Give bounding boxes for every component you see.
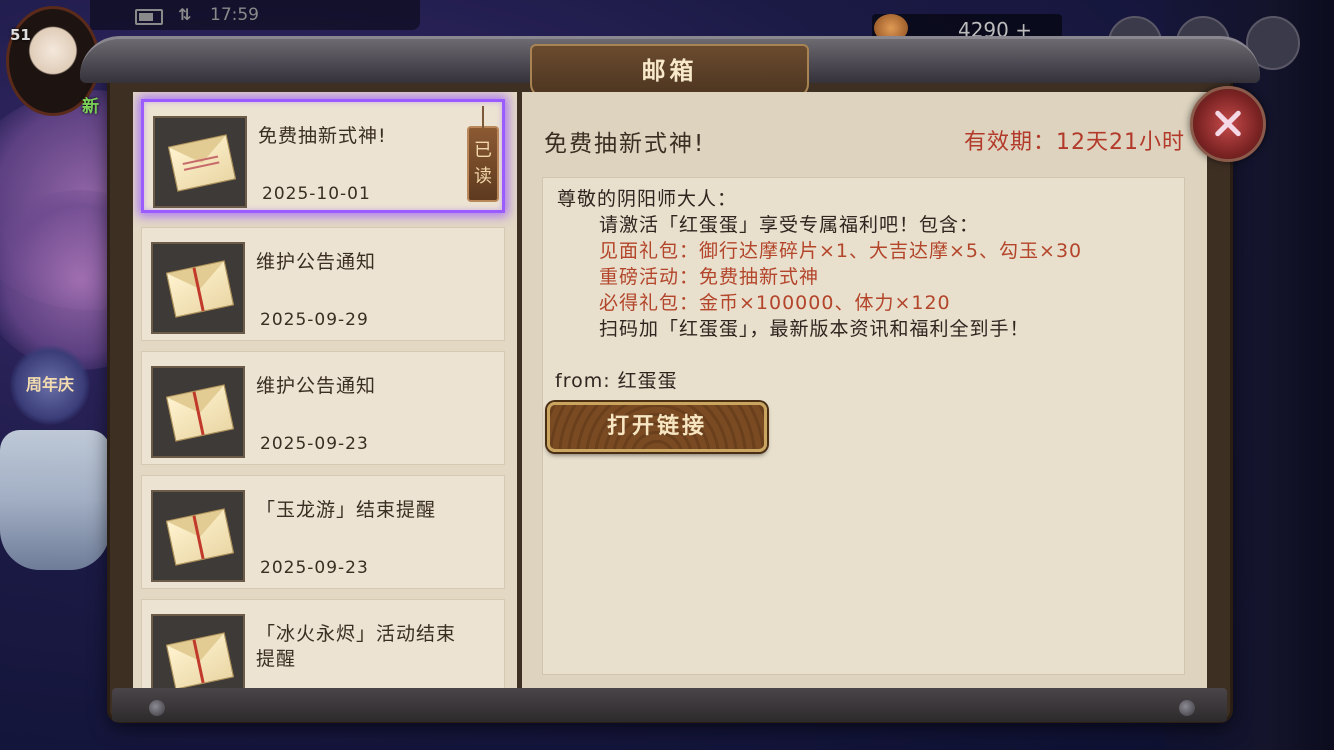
mail-date: 2025-09-23 <box>260 558 369 578</box>
window-footer-bar <box>112 688 1227 722</box>
mail-date: 2025-09-29 <box>260 310 369 330</box>
mail-list[interactable]: 免费抽新式神! 2025-10-01 已读 维护公告通知 2025-09-29 … <box>133 92 517 688</box>
rivet-icon <box>1179 700 1195 716</box>
battery-icon <box>135 9 163 25</box>
body-greeting: 尊敬的阴阳师大人： <box>557 188 738 210</box>
body-scan-line: 扫码加「红蛋蛋」，最新版本资讯和福利全到手！ <box>599 318 1030 340</box>
mail-date: 2025-09-23 <box>260 434 369 454</box>
mail-title: 维护公告通知 <box>256 375 377 397</box>
player-level: 51 <box>10 26 31 44</box>
new-badge-left: 新 <box>82 97 99 117</box>
mail-icon-frame <box>151 242 245 334</box>
validity-period: 有效期：12天21小时 <box>964 130 1185 155</box>
body-gift-line: 必得礼包：金币×100000、体力×120 <box>599 292 951 314</box>
body-gift-line: 重磅活动：免费抽新式神 <box>599 266 820 288</box>
detail-title: 免费抽新式神! <box>544 131 706 157</box>
window-title: 邮箱 <box>530 44 809 98</box>
data-transfer-icon: ⇅ <box>178 5 192 24</box>
close-button[interactable] <box>1190 86 1266 162</box>
mail-item[interactable]: 维护公告通知 2025-09-29 <box>141 227 505 341</box>
read-tag: 已读 <box>467 106 499 202</box>
cake-decoration <box>0 430 110 570</box>
mail-icon-frame <box>151 366 245 458</box>
body-from: from: 红蛋蛋 <box>555 370 678 392</box>
mail-item[interactable]: 维护公告通知 2025-09-23 <box>141 351 505 465</box>
mail-item-selected[interactable]: 免费抽新式神! 2025-10-01 已读 <box>141 99 505 213</box>
mail-icon-frame <box>151 614 245 688</box>
sealed-envelope-icon <box>165 632 235 688</box>
sealed-envelope-icon <box>165 260 235 318</box>
rivet-icon <box>149 700 165 716</box>
status-time: 17:59 <box>210 5 259 25</box>
mail-icon-frame <box>153 116 247 208</box>
open-link-button[interactable]: 打开链接 <box>547 402 767 452</box>
body-gift-line: 见面礼包：御行达摩碎片×1、大吉达摩×5、勾玉×30 <box>599 240 1083 262</box>
mail-icon-frame <box>151 490 245 582</box>
mail-item[interactable]: 「玉龙游」结束提醒 2025-09-23 <box>141 475 505 589</box>
mail-detail-panel: 免费抽新式神! 有效期：12天21小时 尊敬的阴阳师大人： 请激活「红蛋蛋」享受… <box>522 92 1207 688</box>
mail-title: 「玉龙游」结束提醒 <box>256 499 437 521</box>
sealed-envelope-icon <box>165 508 235 566</box>
mail-date: 2025-10-01 <box>262 184 371 204</box>
body-intro: 请激活「红蛋蛋」享受专属福利吧！包含： <box>599 214 980 236</box>
mail-title: 「冰火永烬」活动结束提醒 <box>256 623 457 670</box>
anniversary-event-button[interactable]: 周年庆 <box>10 345 90 425</box>
mail-title: 免费抽新式神! <box>258 125 387 147</box>
mail-title: 维护公告通知 <box>256 251 377 273</box>
mail-item[interactable]: 「冰火永烬」活动结束提醒 <box>141 599 505 688</box>
sealed-envelope-icon <box>165 384 235 442</box>
mail-body: 尊敬的阴阳师大人： 请激活「红蛋蛋」享受专属福利吧！包含： 见面礼包：御行达摩碎… <box>542 177 1185 675</box>
opened-envelope-icon <box>167 134 237 192</box>
